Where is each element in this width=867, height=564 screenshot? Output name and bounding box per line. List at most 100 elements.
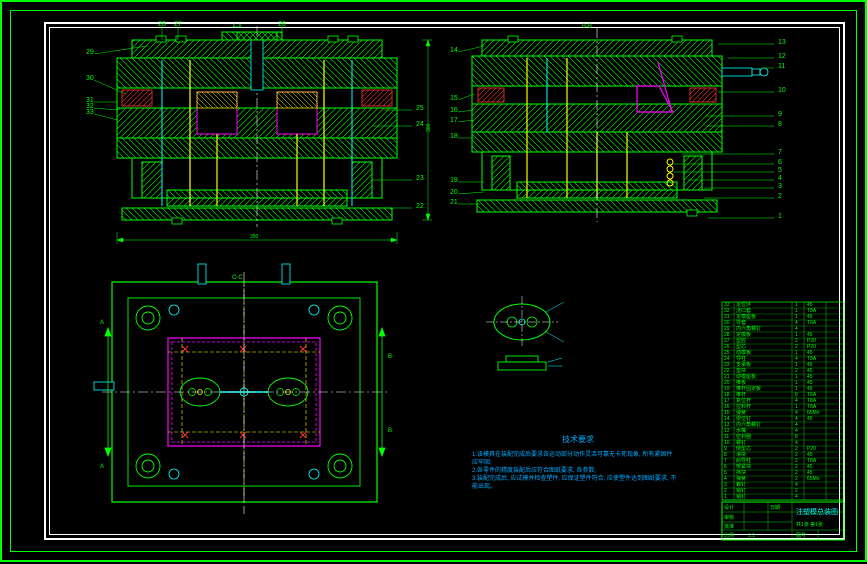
svg-text:18: 18 <box>450 133 458 140</box>
bom-cell: 内六角螺钉 <box>736 325 761 332</box>
svg-text:16: 16 <box>450 107 458 114</box>
bom-cell: 型腔 <box>736 337 746 344</box>
bom-cell: 型芯 <box>736 343 746 350</box>
bom-cell: 4 <box>795 494 798 500</box>
svg-text:4: 4 <box>778 175 782 182</box>
leaders-right-top-numbers: 25 24 23 22 <box>416 105 424 210</box>
svg-text:24: 24 <box>416 121 424 128</box>
plan-view-cc: C-C <box>94 264 392 514</box>
section-marker-b2: B <box>388 428 392 434</box>
svg-text:设计: 设计 <box>724 504 734 511</box>
bom-cell: 推板 <box>736 379 746 386</box>
leaders-left-numbers: 29 30 31 32 33 <box>86 49 94 116</box>
svg-text:8: 8 <box>778 121 782 128</box>
bom-cell: 复位杆 <box>736 397 751 404</box>
bom-cell: 侧型芯 <box>736 445 751 452</box>
cad-canvas[interactable]: A-A <box>2 2 867 564</box>
bom-cell: 浇口套 <box>736 307 751 314</box>
leaders-right-view-left-numbers: 14 15 16 17 18 19 20 21 <box>450 47 458 206</box>
bom-cell: 定位环 <box>736 301 751 308</box>
tech-notes: 技术要求 1.该模具在装配完成后要求各运动部分动作灵活可靠无卡死现象, 所有紧固… <box>472 434 676 490</box>
cad-viewport: A-A <box>0 0 867 562</box>
bom-cell: 楔紧块 <box>736 463 751 470</box>
svg-text:审核: 审核 <box>724 514 734 521</box>
bom-cell: 滑块 <box>736 451 746 458</box>
svg-text:图号: 图号 <box>796 533 806 539</box>
bom-cell: 导套 <box>736 319 746 326</box>
leaders-right-view-right-numbers: 13 12 11 10 9 8 7 6 5 4 3 2 1 <box>778 39 786 220</box>
drawing-title: 注塑模总装图 <box>796 507 838 516</box>
svg-text:12: 12 <box>778 53 786 60</box>
bom-cell: 推杆固定板 <box>736 385 761 392</box>
dim-overall-width: 350 <box>250 234 259 240</box>
svg-text:9: 9 <box>778 111 782 118</box>
section-label-bb: B-B <box>582 24 592 30</box>
bom-cell: 螺钉 <box>736 439 746 446</box>
bom-cell: 斜导柱 <box>736 457 751 464</box>
section-label-cc: C-C <box>232 275 243 281</box>
svg-text:19: 19 <box>450 177 458 184</box>
bom-cell: 密封圈 <box>736 433 751 440</box>
svg-text:批准: 批准 <box>724 523 734 530</box>
svg-text:15: 15 <box>450 95 458 102</box>
svg-text:日期: 日期 <box>770 505 780 511</box>
svg-text:11: 11 <box>778 63 785 70</box>
bom-cell: T8A <box>807 320 817 326</box>
svg-text:29: 29 <box>86 49 94 56</box>
bom-cell: 销钉 <box>736 493 746 500</box>
svg-text:能出现。: 能出现。 <box>472 482 496 490</box>
svg-text:20: 20 <box>450 189 458 196</box>
dim-height: 300 <box>426 123 432 132</box>
svg-text:3.装配完成后, 应试模并检查塑件, 应保证塑件符合, 应使: 3.装配完成后, 应试模并检查塑件, 应保证塑件符合, 应使塑件达到图纸要求, … <box>472 474 676 482</box>
bom-cell: 推杆 <box>736 391 746 398</box>
bom-cell: 螺钉 <box>736 481 746 488</box>
svg-text:5: 5 <box>778 167 782 174</box>
svg-text:2.各零件的精度装配后应符合图纸要求, 各参数;: 2.各零件的精度装配后应符合图纸要求, 各参数; <box>472 466 596 474</box>
bom-cell: 动模座板 <box>736 373 756 380</box>
section-view-aa: A-A <box>94 24 432 244</box>
bom-cell: 支承板 <box>736 361 751 368</box>
bom-table: 33定位环14532浇口套1T8A31定模座板14530导套4T8A29内六角螺… <box>722 301 844 500</box>
bom-cell: 弹簧 <box>736 409 746 416</box>
svg-text:3: 3 <box>778 183 782 190</box>
bom-cell: 动模板 <box>736 349 751 356</box>
section-marker-a1: A <box>100 320 104 326</box>
bom-cell: 拉料杆 <box>736 403 751 410</box>
svg-text:30: 30 <box>86 75 94 82</box>
section-marker-b1: B <box>388 354 392 360</box>
bom-cell: 垫块 <box>736 367 746 374</box>
bom-cell: 65Mn <box>807 476 820 482</box>
bom-cell: 限位钉 <box>736 415 751 422</box>
bom-cell: 弹簧 <box>736 475 746 482</box>
notes-heading: 技术要求 <box>562 434 594 444</box>
svg-text:27: 27 <box>174 21 182 28</box>
svg-text:7: 7 <box>778 149 782 156</box>
bom-cell: 内六角螺钉 <box>736 421 761 428</box>
svg-text:25: 25 <box>416 105 424 112</box>
svg-text:1:1: 1:1 <box>748 533 755 539</box>
bom-cell: 水嘴 <box>736 427 746 434</box>
bom-cell: 定模座板 <box>736 313 756 320</box>
bom-cell: 1 <box>724 494 727 500</box>
svg-text:21: 21 <box>450 199 458 206</box>
svg-text:26: 26 <box>278 21 286 28</box>
section-view-bb: B-B <box>458 24 774 222</box>
bom-cell: 导柱 <box>736 355 746 362</box>
svg-text:共1张 第1张: 共1张 第1张 <box>796 521 823 528</box>
leaders-top-left-numbers: 28 27 26 <box>158 21 286 28</box>
svg-text:2: 2 <box>778 193 782 200</box>
svg-text:22: 22 <box>416 203 424 210</box>
svg-text:14: 14 <box>450 47 458 54</box>
svg-text:应牢固;: 应牢固; <box>472 458 492 466</box>
svg-text:比例: 比例 <box>724 532 734 539</box>
bom-cell: 挡块 <box>736 469 746 476</box>
svg-text:1.该模具在装配完成后要求各运动部分动作灵活可靠无卡死现象,: 1.该模具在装配完成后要求各运动部分动作灵活可靠无卡死现象, 所有紧固件 <box>472 450 672 458</box>
svg-text:10: 10 <box>778 87 786 94</box>
svg-text:33: 33 <box>86 109 94 116</box>
svg-text:13: 13 <box>778 39 786 46</box>
title-block: 设计 审核 批准 日期 注塑模总装图 共1张 第1张 比例 1:1 图号 <box>722 502 844 540</box>
bom-cell: 定模板 <box>736 331 751 338</box>
section-label-aa: A-A <box>232 24 242 30</box>
detail-view-part <box>486 296 564 370</box>
section-marker-a2: A <box>100 464 104 470</box>
